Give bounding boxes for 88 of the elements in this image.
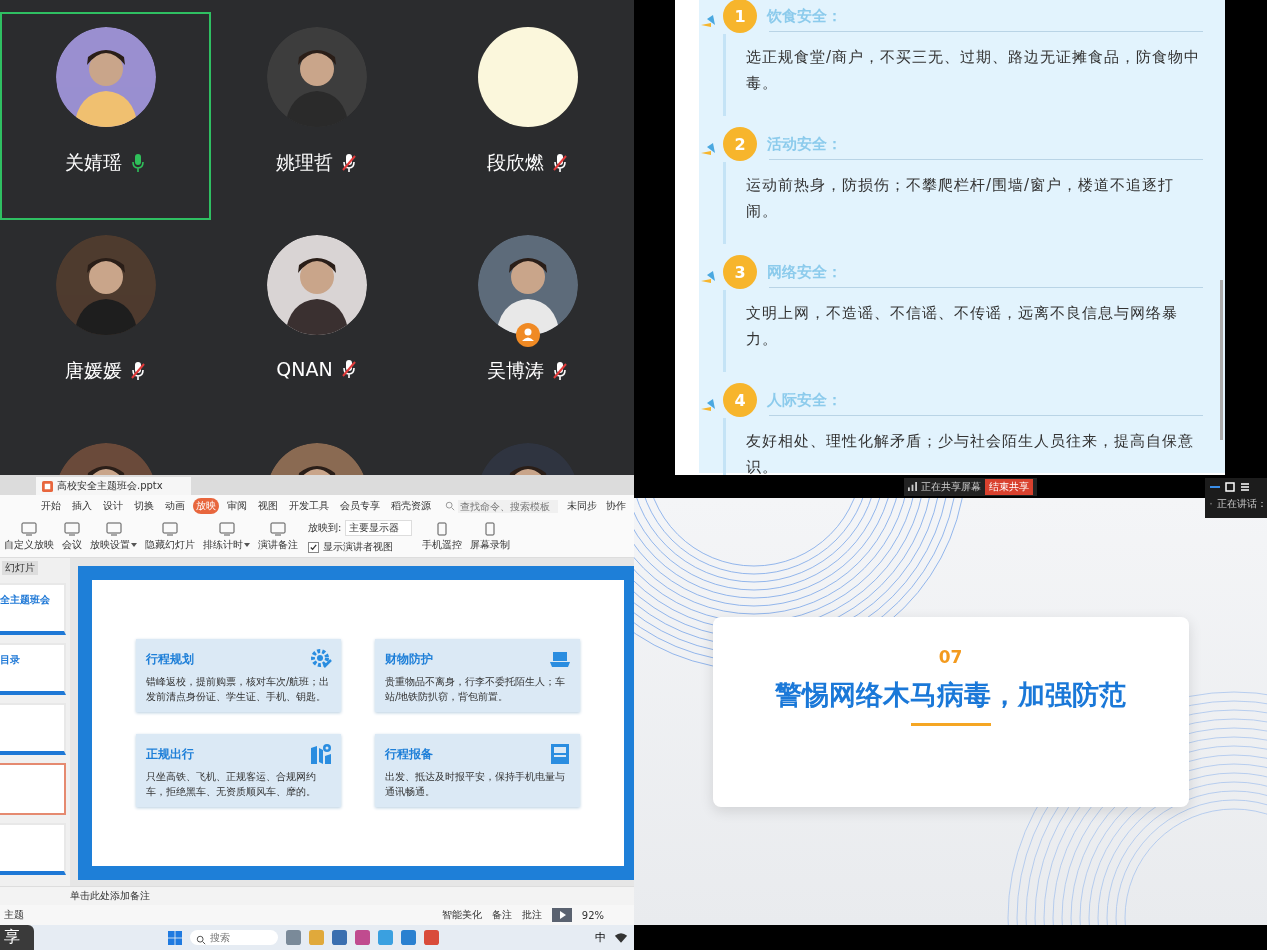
slide-thumbnail[interactable]: 目录 <box>0 643 66 695</box>
menu-tab[interactable]: 插入 <box>69 498 95 514</box>
file-name: 高校安全主题班会.pptx <box>57 479 163 493</box>
beautify-button[interactable]: 智能美化 <box>441 908 482 922</box>
screen-icon <box>64 522 80 536</box>
zoom-level[interactable]: 92% <box>581 909 604 921</box>
stop-share-button[interactable]: 结束共享 <box>985 478 1033 495</box>
menu-tab[interactable]: 开始 <box>38 498 64 514</box>
search-icon <box>445 501 455 511</box>
window-icon[interactable] <box>1225 482 1235 492</box>
card-title: 正规出行 <box>146 745 194 763</box>
menu-tab[interactable]: 设计 <box>100 498 126 514</box>
display-dropdown[interactable]: 主要显示器 <box>345 520 413 536</box>
sync-status[interactable]: 未同步 <box>567 499 597 513</box>
participant-name: 姚理哲 <box>276 150 333 175</box>
participant-name: 关婧瑶 <box>65 150 122 175</box>
slide-thumbnail[interactable]: 全主题班会 <box>0 583 66 635</box>
speaking-label: 正在讲话： <box>1217 497 1267 511</box>
card-text: 错峰返校，提前购票，核对车次/航班；出发前清点身份证、学生证、手机、钥匙。 <box>146 675 331 704</box>
section-text: 运动前热身，防损伤；不攀爬栏杆/围墙/窗户，楼道不追逐打闹。 <box>746 175 1176 222</box>
display-label: 放映到: <box>308 521 342 535</box>
ribbon-button[interactable]: 演讲备注 <box>256 522 300 552</box>
slide-thumbnail[interactable] <box>0 763 66 815</box>
presenter-view-checkbox[interactable]: 显示演讲者视图 <box>308 540 413 554</box>
ribbon-button[interactable]: 会议 <box>60 522 84 552</box>
card-title: 财物防护 <box>385 650 433 668</box>
section-number: 07 <box>938 646 963 667</box>
ribbon-button[interactable]: 隐藏幻灯片 <box>143 522 197 552</box>
section-number: 2 <box>723 127 757 161</box>
checkbox[interactable] <box>308 541 319 553</box>
slide-title: 警惕网络木马病毒，加强防范 <box>775 677 1126 712</box>
ribbon-button[interactable]: 放映设置 <box>88 522 139 552</box>
scrollbar[interactable] <box>1220 280 1223 440</box>
map-pin-icon <box>309 742 333 766</box>
section-number: 3 <box>723 255 757 289</box>
screen-icon <box>162 522 178 536</box>
card-text: 只坐高铁、飞机、正规客运、合规网约车，拒绝黑车、无资质顺风车、摩的。 <box>146 770 317 799</box>
menu-tab[interactable]: 审阅 <box>224 498 250 514</box>
memory-card-icon <box>548 742 572 766</box>
ime-indicator[interactable]: 中 <box>595 930 606 945</box>
notes-button[interactable]: 备注 <box>491 908 512 922</box>
section-text: 选正规食堂/商户，不买三无、过期、路边无证摊食品，防食物中毒。 <box>746 47 1202 94</box>
section-heading: 网络安全： <box>767 262 842 282</box>
screen-icon <box>218 522 235 536</box>
section-number: 4 <box>723 383 757 417</box>
card-title: 行程规划 <box>146 650 194 668</box>
card-title: 行程报备 <box>385 745 433 763</box>
ribbon-button[interactable]: 排练计时 <box>201 522 252 552</box>
participant-name: 吴博涛 <box>487 358 544 383</box>
windows-icon[interactable] <box>168 930 182 945</box>
section-heading: 饮食安全： <box>767 6 842 26</box>
section-text: 文明上网，不造谣、不信谣、不传谣，远离不良信息与网络暴力。 <box>746 303 1179 350</box>
signal-icon <box>908 482 917 491</box>
card-text: 出发、抵达及时报平安，保持手机电量与通讯畅通。 <box>385 770 566 799</box>
ribbon-button[interactable]: 自定义放映 <box>2 522 56 552</box>
menu-tab[interactable]: 开发工具 <box>286 498 332 514</box>
comments-button[interactable]: 批注 <box>521 908 542 922</box>
menu-tab[interactable]: 会员专享 <box>337 498 383 514</box>
file-tab[interactable]: 高校安全主题班会.pptx <box>36 477 191 495</box>
notes-field[interactable]: 单击此处添加备注 <box>70 889 150 903</box>
menu-tab[interactable]: 动画 <box>162 498 188 514</box>
collab-button[interactable]: 协作 <box>606 499 626 513</box>
share-button[interactable]: 享 <box>0 925 34 950</box>
section-heading: 活动安全： <box>767 134 842 154</box>
panel-tab[interactable]: 幻灯片 <box>2 561 38 575</box>
file-icon <box>42 480 53 492</box>
participant-name: QNAN <box>276 358 333 380</box>
screen-icon <box>105 522 122 536</box>
section-number: 1 <box>723 0 757 33</box>
participant-name: 段欣燃 <box>487 150 544 175</box>
play-icon[interactable] <box>551 908 572 922</box>
section-heading: 人际安全： <box>767 390 842 410</box>
menu-tab[interactable]: 稻壳资源 <box>388 498 434 514</box>
share-status: 正在共享屏幕 <box>921 479 981 494</box>
theme-label[interactable]: 主题 <box>4 908 24 922</box>
search-field[interactable]: 查找命令、搜索模板 <box>458 499 558 513</box>
menu-tab[interactable]: 视图 <box>255 498 281 514</box>
menu-icon[interactable] <box>1240 482 1250 492</box>
taskbar-search[interactable]: 搜索 <box>190 930 278 945</box>
screen-icon <box>21 522 37 536</box>
ribbon-button[interactable]: 屏幕录制 <box>468 522 513 552</box>
ribbon-button[interactable]: 手机遥控 <box>420 522 465 552</box>
screen-icon <box>270 522 286 536</box>
menu-tab[interactable]: 切换 <box>131 498 157 514</box>
participant-name: 唐媛媛 <box>65 358 122 383</box>
wifi-icon[interactable] <box>614 932 628 943</box>
card-text: 贵重物品不离身，行李不委托陌生人；车站/地铁防扒窃，背包前置。 <box>385 675 566 704</box>
section-text: 友好相处、理性化解矛盾；少与社会陌生人员往来，提高自保意识。 <box>746 431 1195 475</box>
